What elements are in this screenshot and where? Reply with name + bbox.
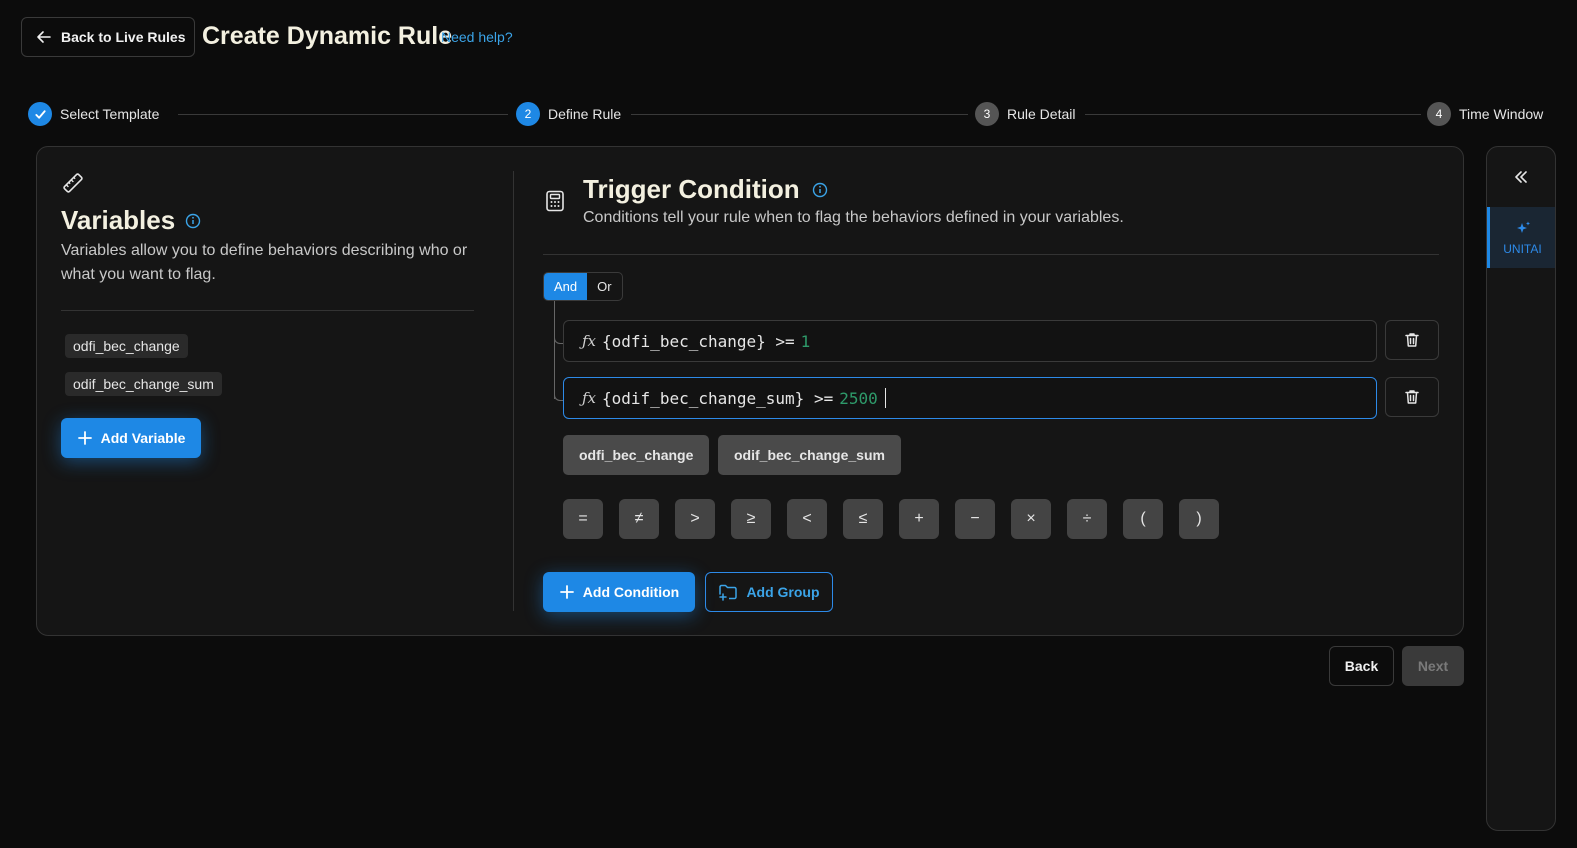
variable-chip[interactable]: odif_bec_change_sum <box>65 372 222 396</box>
stepper: Select Template 2 Define Rule 3 Rule Det… <box>28 102 1550 128</box>
info-icon[interactable] <box>185 213 201 229</box>
step-label: Time Window <box>1459 106 1544 122</box>
unitai-tab-label: UNITAI <box>1503 241 1542 256</box>
trigger-condition-title-text: Trigger Condition <box>583 174 800 204</box>
operator-minus-button[interactable]: − <box>955 499 995 539</box>
operator-equals-button[interactable]: = <box>563 499 603 539</box>
ruler-icon <box>63 173 83 193</box>
next-button[interactable]: Next <box>1402 646 1464 686</box>
condition-value: 2500 <box>839 388 878 408</box>
function-icon: ƒx <box>582 389 597 407</box>
add-group-button[interactable]: Add Group <box>705 572 833 612</box>
assistant-side-panel: UNITAI <box>1486 146 1556 831</box>
step-rule-detail[interactable]: 3 Rule Detail <box>975 102 1086 126</box>
step-connector <box>1083 114 1421 115</box>
step-label: Rule Detail <box>1007 106 1076 122</box>
trash-icon <box>1405 333 1419 347</box>
calculator-icon <box>546 190 564 212</box>
chevrons-left-icon[interactable] <box>1511 167 1531 187</box>
back-to-live-rules-label: Back to Live Rules <box>61 29 186 45</box>
or-toggle-button[interactable]: Or <box>587 273 621 300</box>
condition-value: 1 <box>800 331 811 351</box>
add-group-label: Add Group <box>746 584 820 600</box>
arrow-left-icon <box>37 31 51 43</box>
divider <box>61 310 474 311</box>
info-icon[interactable] <box>812 182 828 198</box>
operator-plus-button[interactable]: + <box>899 499 939 539</box>
add-condition-label: Add Condition <box>582 584 680 600</box>
and-toggle-button[interactable]: And <box>544 273 588 300</box>
step-connector <box>178 114 508 115</box>
step-number: 3 <box>975 102 999 126</box>
column-divider <box>513 171 514 611</box>
plus-icon <box>77 431 92 445</box>
back-to-live-rules-button[interactable]: Back to Live Rules <box>21 17 195 57</box>
step-number: 2 <box>516 102 540 126</box>
step-label: Define Rule <box>548 106 622 122</box>
variables-title: Variables <box>61 205 201 236</box>
add-variable-label: Add Variable <box>100 430 186 446</box>
condition-expression-input[interactable]: ƒx {odif_bec_change_sum} >= 2500 <box>563 377 1377 419</box>
variables-title-text: Variables <box>61 205 176 235</box>
delete-condition-button[interactable] <box>1385 320 1439 360</box>
plus-icon <box>559 585 574 599</box>
folder-plus-icon <box>719 584 738 601</box>
operator-less-equal-button[interactable]: ≤ <box>843 499 883 539</box>
trigger-condition-title: Trigger Condition <box>583 174 828 205</box>
sparkle-icon <box>1516 221 1530 233</box>
step-time-window[interactable]: 4 Time Window <box>1427 102 1544 126</box>
variable-chip[interactable]: odfi_bec_change <box>65 334 188 358</box>
operator-less-button[interactable]: < <box>787 499 827 539</box>
function-icon: ƒx <box>582 332 597 350</box>
trash-icon <box>1405 390 1419 404</box>
text-caret <box>884 388 886 408</box>
operator-not-equals-button[interactable]: ≠ <box>619 499 659 539</box>
variable-suggestion[interactable]: odif_bec_change_sum <box>718 435 901 475</box>
operator-divide-button[interactable]: ÷ <box>1067 499 1107 539</box>
variable-suggestion[interactable]: odfi_bec_change <box>563 435 710 475</box>
divider <box>543 254 1439 255</box>
operator-open-paren-button[interactable]: ( <box>1123 499 1163 539</box>
rule-editor-panel: Variables Variables allow you to define … <box>36 146 1464 636</box>
add-condition-button[interactable]: Add Condition <box>543 572 695 612</box>
delete-condition-button[interactable] <box>1385 377 1439 417</box>
step-connector <box>628 114 968 115</box>
step-define-rule[interactable]: 2 Define Rule <box>516 102 632 126</box>
step-label: Select Template <box>60 106 160 122</box>
operator-multiply-button[interactable]: × <box>1011 499 1051 539</box>
need-help-link[interactable]: Need help? <box>441 29 513 45</box>
operator-greater-button[interactable]: > <box>675 499 715 539</box>
variables-description: Variables allow you to define behaviors … <box>61 242 468 283</box>
condition-expression: {odif_bec_change_sum} >= <box>602 388 834 408</box>
trigger-condition-description: Conditions tell your rule when to flag t… <box>583 209 1124 226</box>
step-number: 4 <box>1427 102 1451 126</box>
check-icon <box>28 102 52 126</box>
logic-toggle: And Or <box>543 272 623 301</box>
add-variable-button[interactable]: Add Variable <box>61 418 201 458</box>
condition-expression-input[interactable]: ƒx {odfi_bec_change} >= 1 <box>563 320 1377 362</box>
operator-greater-equal-button[interactable]: ≥ <box>731 499 771 539</box>
page-title: Create Dynamic Rule <box>202 22 453 50</box>
unitai-tab[interactable]: UNITAI <box>1487 207 1555 268</box>
condition-expression: {odfi_bec_change} >= <box>602 331 795 351</box>
operator-close-paren-button[interactable]: ) <box>1179 499 1219 539</box>
step-select-template[interactable]: Select Template <box>28 102 170 126</box>
back-button[interactable]: Back <box>1329 646 1394 686</box>
